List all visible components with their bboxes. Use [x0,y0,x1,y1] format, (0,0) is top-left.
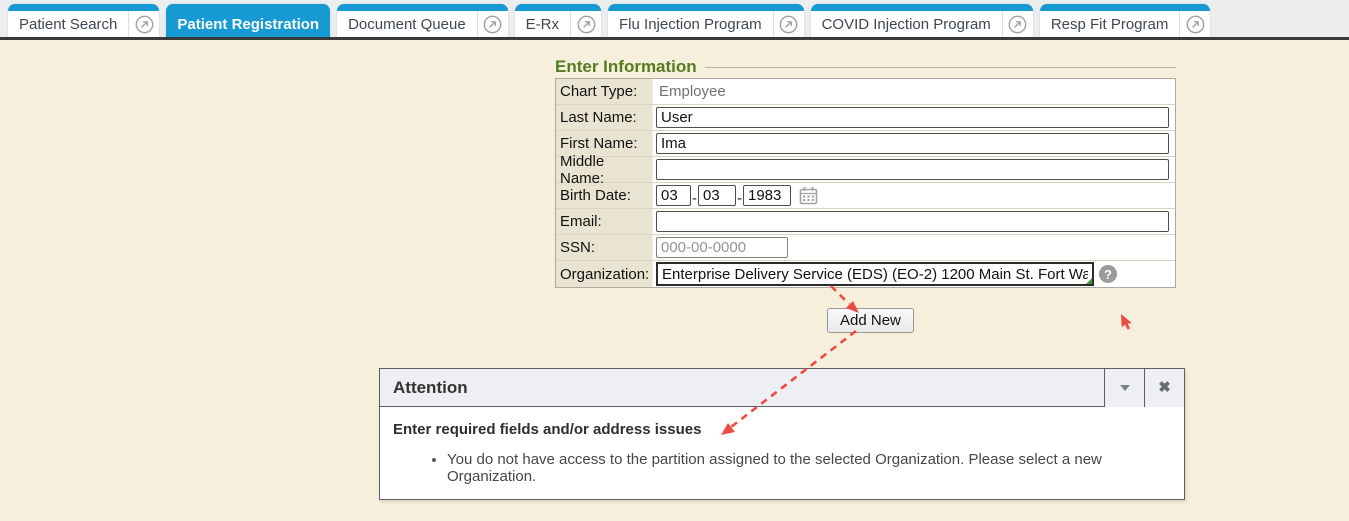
annotation-arrow-to-add-new [831,286,849,304]
red-cursor-icon [1121,314,1132,330]
collapse-button[interactable] [1104,369,1144,407]
tab-resp-fit-program[interactable]: Resp Fit Program [1040,4,1211,37]
last-name-label: Last Name: [556,105,653,130]
ssn-label: SSN: [556,235,653,260]
tab-e-rx[interactable]: E-Rx [515,4,601,37]
last-name-field[interactable] [656,107,1169,128]
tab-patient-registration[interactable]: Patient Registration [166,4,330,37]
tab-label: Flu Injection Program [608,11,773,37]
email-label: Email: [556,209,653,234]
patient-registration-screen: Patient Search Patient Registration Docu… [0,0,1349,521]
birth-date-label: Birth Date: [556,183,653,208]
email-row: Email: [556,209,1175,235]
birth-day-field[interactable] [698,185,736,206]
chevron-down-icon [1120,385,1130,391]
organization-row: Organization: ? [556,261,1175,287]
attention-body: Enter required fields and/or address iss… [380,407,1184,485]
tab-bar: Patient Search Patient Registration Docu… [0,0,1349,40]
middle-name-row: Middle Name: [556,157,1175,183]
tab-label: COVID Injection Program [811,11,1002,37]
tab-label: E-Rx [515,11,570,37]
open-new-window-icon[interactable] [773,11,804,37]
attention-title: Attention [380,378,1104,398]
autocomplete-corner-marker [1086,278,1092,284]
tab-patient-search[interactable]: Patient Search [8,4,159,37]
organization-field-wrap [656,262,1094,286]
attention-header: Attention ✖ [380,369,1184,407]
attention-bullet: You do not have access to the partition … [447,451,1168,485]
last-name-row: Last Name: [556,105,1175,131]
organization-field[interactable] [656,262,1094,286]
chart-type-row: Chart Type: Employee [556,79,1175,105]
birth-date-row: Birth Date: - - [556,183,1175,209]
open-new-window-icon[interactable] [1179,11,1210,37]
form-table: Chart Type: Employee Last Name: First Na… [555,78,1176,288]
first-name-field[interactable] [656,133,1169,154]
email-field[interactable] [656,211,1169,232]
enter-information-form: Enter Information Chart Type: Employee L… [555,56,1176,288]
form-title-bar: Enter Information [555,56,1176,78]
attention-heading: Enter required fields and/or address iss… [393,421,1168,438]
date-separator: - [737,190,742,207]
open-new-window-icon[interactable] [1002,11,1033,37]
tab-label: Patient Registration [166,11,330,37]
tab-covid-injection-program[interactable]: COVID Injection Program [811,4,1033,37]
chart-type-label: Chart Type: [556,79,653,104]
attention-panel: Attention ✖ Enter required fields and/or… [379,368,1185,500]
ssn-field[interactable] [656,237,788,258]
calendar-icon[interactable] [799,186,818,205]
organization-label: Organization: [556,261,653,287]
add-new-button[interactable]: Add New [827,308,914,333]
help-icon[interactable]: ? [1099,265,1117,283]
tab-label: Document Queue [337,11,477,37]
chart-type-value: Employee [656,83,726,100]
tab-label: Patient Search [8,11,128,37]
tab-document-queue[interactable]: Document Queue [337,4,508,37]
open-new-window-icon[interactable] [570,11,601,37]
form-title: Enter Information [555,57,697,77]
middle-name-field[interactable] [656,159,1169,180]
close-button[interactable]: ✖ [1144,369,1184,407]
open-new-window-icon[interactable] [128,11,159,37]
open-new-window-icon[interactable] [477,11,508,37]
ssn-row: SSN: [556,235,1175,261]
close-icon: ✖ [1158,380,1171,395]
title-divider [705,67,1176,68]
birth-month-field[interactable] [656,185,691,206]
tab-label: Resp Fit Program [1040,11,1180,37]
tab-flu-injection-program[interactable]: Flu Injection Program [608,4,804,37]
birth-year-field[interactable] [743,185,791,206]
attention-bullet-list: You do not have access to the partition … [393,451,1168,485]
date-separator: - [692,190,697,207]
middle-name-label: Middle Name: [556,157,653,182]
